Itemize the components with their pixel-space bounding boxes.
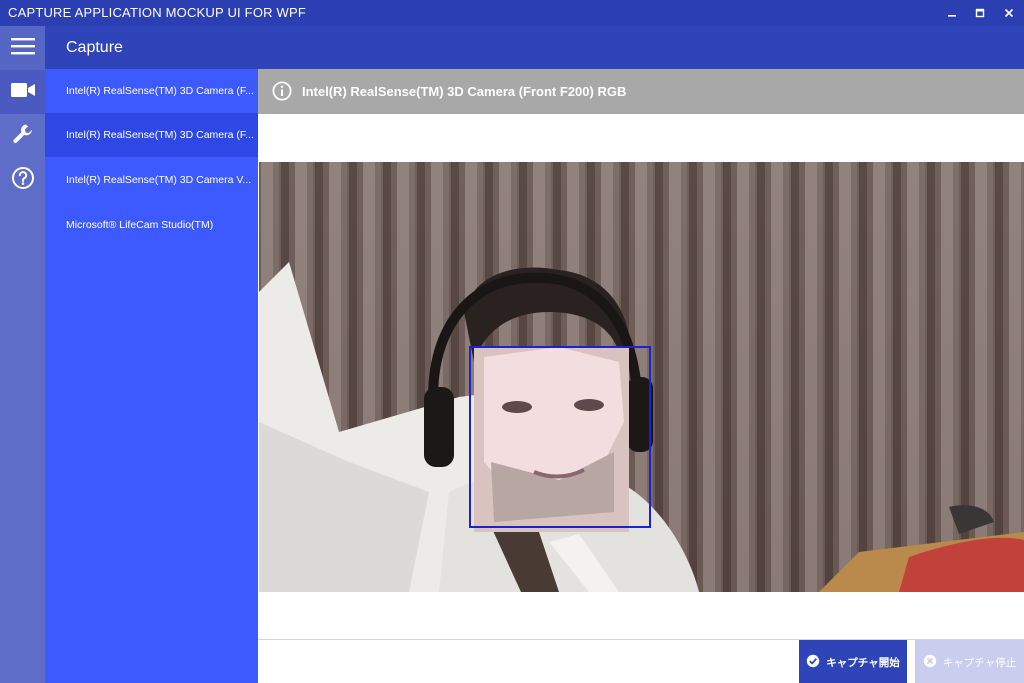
face-detection-box bbox=[469, 346, 651, 528]
device-item[interactable]: Intel(R) RealSense(TM) 3D Camera (F... bbox=[45, 69, 258, 113]
page-title: Capture bbox=[66, 39, 123, 56]
stop-capture-button[interactable]: キャプチャ停止 bbox=[915, 640, 1024, 683]
camera-preview-image bbox=[259, 162, 1024, 592]
preview-area bbox=[258, 114, 1024, 639]
minimize-icon[interactable] bbox=[937, 0, 967, 26]
title-bar: CAPTURE APPLICATION MOCKUP UI FOR WPF bbox=[0, 0, 1024, 26]
check-circle-icon bbox=[806, 654, 820, 671]
menu-button[interactable] bbox=[0, 26, 45, 70]
cancel-circle-icon bbox=[923, 654, 937, 671]
device-item[interactable]: Microsoft® LifeCam Studio(TM) bbox=[45, 203, 258, 247]
device-item-label: Intel(R) RealSense(TM) 3D Camera V... bbox=[66, 174, 252, 186]
wrench-icon bbox=[12, 123, 34, 150]
device-item-label: Intel(R) RealSense(TM) 3D Camera (F... bbox=[66, 85, 254, 97]
device-item-label: Microsoft® LifeCam Studio(TM) bbox=[66, 219, 214, 231]
action-bar: キャプチャ開始 キャプチャ停止 bbox=[258, 639, 1024, 683]
nav-capture-button[interactable] bbox=[0, 70, 45, 114]
device-info-text: Intel(R) RealSense(TM) 3D Camera (Front … bbox=[302, 84, 627, 99]
help-icon bbox=[11, 166, 35, 195]
device-item-label: Intel(R) RealSense(TM) 3D Camera (F... bbox=[66, 129, 254, 141]
start-capture-button[interactable]: キャプチャ開始 bbox=[799, 640, 907, 683]
device-item[interactable]: Intel(R) RealSense(TM) 3D Camera V... bbox=[45, 158, 258, 202]
info-icon bbox=[272, 81, 292, 106]
window-title: CAPTURE APPLICATION MOCKUP UI FOR WPF bbox=[8, 5, 307, 20]
device-item-selected[interactable]: Intel(R) RealSense(TM) 3D Camera (F... bbox=[45, 113, 258, 157]
menu-icon bbox=[10, 37, 35, 60]
nav-settings-button[interactable] bbox=[0, 114, 45, 158]
maximize-icon[interactable] bbox=[965, 0, 995, 26]
close-icon[interactable] bbox=[994, 0, 1024, 26]
nav-help-button[interactable] bbox=[0, 158, 45, 202]
page-header: Capture bbox=[45, 26, 1024, 69]
start-capture-label: キャプチャ開始 bbox=[826, 656, 900, 669]
stop-capture-label: キャプチャ停止 bbox=[942, 656, 1017, 669]
nav-rail bbox=[0, 26, 45, 683]
camera-icon bbox=[10, 82, 35, 103]
device-info-bar: Intel(R) RealSense(TM) 3D Camera (Front … bbox=[258, 69, 1024, 114]
device-list: Intel(R) RealSense(TM) 3D Camera (F... I… bbox=[45, 69, 258, 683]
